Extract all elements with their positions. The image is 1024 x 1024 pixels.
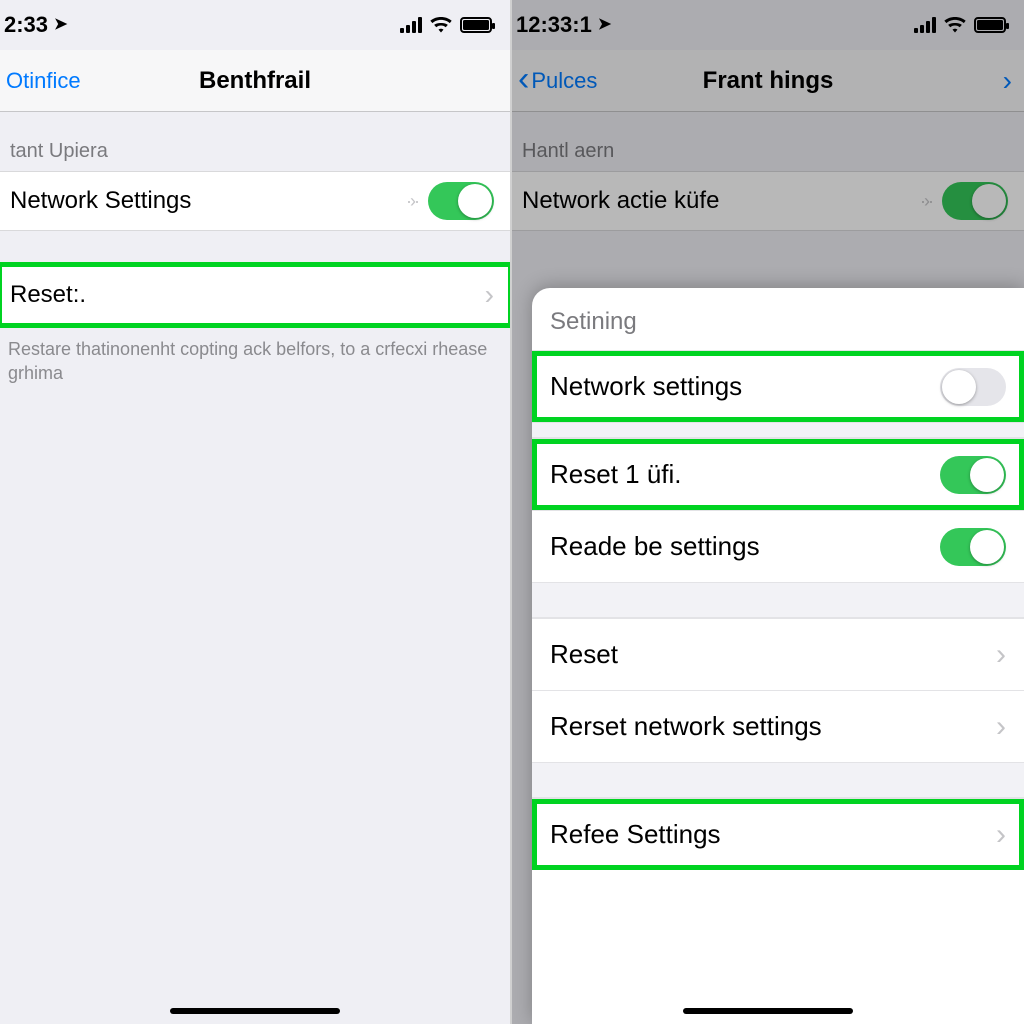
row-label: Reade be settings [550,531,940,562]
row-reset[interactable]: Reset:. › [0,265,510,325]
toggle[interactable] [940,456,1006,494]
sheet-row-reset-1[interactable]: Reset 1 üfi. [532,438,1024,510]
screenshot-right: 12:33:1 ➤ ‹ Pulces Frant hings › Hantl a… [512,0,1024,1024]
nav-action[interactable]: › [1003,50,1012,111]
back-button[interactable]: ‹ Pulces [518,50,597,111]
back-button[interactable]: Otinfice [6,50,81,111]
row-label: Network Settings [10,187,406,215]
row-network-active[interactable]: Network actie küfe ·›· [512,171,1024,231]
chevron-right-icon: › [996,638,1006,672]
location-icon: ➤ [598,14,611,34]
sheet-title: Setining [532,288,1024,350]
row-label: Refee Settings [550,819,996,850]
sheet-row-rerset-network[interactable]: Rerset network settings › [532,690,1024,762]
row-label: Rerset network settings [550,711,996,742]
network-toggle[interactable] [428,182,494,220]
action-sheet: Setining Network settings Reset 1 üfi. R… [532,288,1024,1024]
status-time: 2:33 [4,12,48,38]
home-indicator[interactable] [170,1008,340,1014]
section-header: tant Upiera [0,112,510,171]
section-footer: Restare thatinonenht copting ack belfors… [0,325,510,386]
page-title: Benthfrail [199,67,311,95]
chevron-right-icon: › [485,279,494,311]
sheet-row-refee-settings[interactable]: Refee Settings › [532,798,1024,870]
row-label: Network settings [550,371,940,402]
sheet-row-network-settings[interactable]: Network settings [532,350,1024,422]
wifi-icon [944,17,966,33]
nav-back-label: Pulces [531,68,597,94]
sheet-row-reade-settings[interactable]: Reade be settings [532,510,1024,582]
home-indicator[interactable] [683,1008,853,1014]
network-toggle[interactable] [942,182,1008,220]
status-bar: 12:33:1 ➤ [512,0,1024,50]
toggle[interactable] [940,528,1006,566]
cell-signal-icon [400,17,422,33]
nav-bar: Otinfice Benthfrail [0,50,510,112]
row-label: Reset [550,639,996,670]
section-header: Hantl aern [512,112,1024,171]
status-bar: 2:33 ➤ [0,0,510,50]
chevron-left-icon: ‹ [518,62,529,96]
page-title: Frant hings [703,67,834,95]
row-label: Reset:. [10,281,485,309]
chevron-right-icon: › [996,710,1006,744]
row-label: Reset 1 üfi. [550,459,940,490]
wifi-icon [430,17,452,33]
chevron-right-icon: › [996,818,1006,852]
bluetooth-icon: ·›· [920,191,932,212]
chevron-right-icon: › [1003,65,1012,97]
nav-back-label: Otinfice [6,68,81,94]
row-label: Network actie küfe [522,187,920,215]
nav-bar: ‹ Pulces Frant hings › [512,50,1024,112]
sheet-row-reset[interactable]: Reset › [532,618,1024,690]
toggle[interactable] [940,368,1006,406]
status-time: 12:33:1 [516,12,592,38]
screenshot-left: 2:33 ➤ Otinfice Benthfrail tant Upiera N… [0,0,512,1024]
bluetooth-icon: ·›· [406,191,418,212]
location-icon: ➤ [54,14,67,34]
battery-icon [974,17,1006,33]
cell-signal-icon [914,17,936,33]
battery-icon [460,17,492,33]
row-network-settings[interactable]: Network Settings ·›· [0,171,510,231]
